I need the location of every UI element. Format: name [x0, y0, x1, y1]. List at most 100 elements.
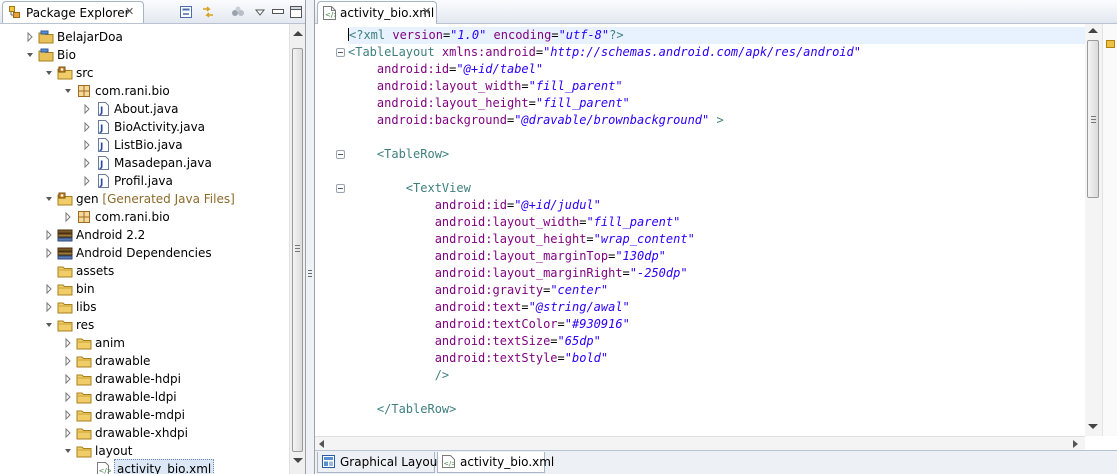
- tree-item[interactable]: res: [43, 316, 290, 334]
- expanded-arrow-icon[interactable]: [43, 64, 55, 82]
- tree-item[interactable]: layout: [62, 442, 290, 460]
- code-line[interactable]: android:layout_marginRight="-250dp": [348, 265, 1085, 282]
- tree-item[interactable]: drawable-xhdpi: [62, 424, 290, 442]
- collapsed-arrow-icon[interactable]: [62, 388, 74, 406]
- tree-item[interactable]: com.rani.bio: [62, 82, 290, 100]
- tree-item[interactable]: J About.java: [81, 100, 290, 118]
- tree-item[interactable]: drawable-mdpi: [62, 406, 290, 424]
- code-line[interactable]: <?xml version="1.0" encoding="utf-8"?>: [348, 27, 1085, 44]
- code-text-area[interactable]: <?xml version="1.0" encoding="utf-8"?> <T…: [315, 24, 1085, 436]
- tree-item[interactable]: bin: [43, 280, 290, 298]
- fold-toggle-icon[interactable]: [336, 150, 345, 159]
- scroll-down-arrow[interactable]: [1088, 424, 1098, 429]
- code-line[interactable]: [348, 384, 1085, 401]
- code-line[interactable]: android:layout_height="fill_parent": [348, 95, 1085, 112]
- tree-item[interactable]: gen [Generated Java Files]: [43, 190, 290, 208]
- code-line[interactable]: android:textSize="65dp": [348, 333, 1085, 350]
- fold-toggle-icon[interactable]: [336, 48, 345, 57]
- tree-item[interactable]: BelajarDoa: [24, 28, 274, 46]
- tree-item[interactable]: J BioActivity.java: [81, 118, 290, 136]
- code-line[interactable]: <TableRow>: [348, 146, 1085, 163]
- code-line[interactable]: android:id="@+id/tabel": [348, 61, 1085, 78]
- explorer-scroll-thumb[interactable]: [292, 48, 303, 452]
- collapsed-arrow-icon[interactable]: [81, 136, 93, 154]
- tree-item[interactable]: J Profil.java: [81, 172, 290, 190]
- close-icon[interactable]: ✕: [125, 5, 134, 18]
- tree-item[interactable]: </>activity_bio.xml: [81, 459, 290, 474]
- tree-item[interactable]: drawable: [62, 352, 290, 370]
- page-tab[interactable]: </> activity_bio.xml: [437, 452, 554, 473]
- code-line[interactable]: android:layout_width="fill_parent": [348, 214, 1085, 231]
- maximize-icon[interactable]: [288, 4, 304, 20]
- code-line[interactable]: android:text="@string/awal": [348, 299, 1085, 316]
- code-line[interactable]: android:layout_height="wrap_content": [348, 231, 1085, 248]
- explorer-vertical-scrollbar[interactable]: [289, 24, 305, 474]
- scroll-up-arrow[interactable]: [293, 31, 303, 36]
- tree-item[interactable]: Bio: [24, 46, 274, 64]
- close-icon[interactable]: ✕: [422, 5, 431, 18]
- code-line[interactable]: android:layout_marginTop="130dp": [348, 248, 1085, 265]
- editor-scroll-thumb[interactable]: [1087, 40, 1099, 198]
- tree-item[interactable]: Android 2.2: [43, 226, 290, 244]
- code-line[interactable]: [348, 129, 1085, 146]
- scroll-down-arrow[interactable]: [293, 458, 303, 463]
- collapsed-arrow-icon[interactable]: [62, 370, 74, 388]
- view-menu-icon[interactable]: [252, 4, 268, 20]
- collapsed-arrow-icon[interactable]: [62, 352, 74, 370]
- code-line[interactable]: android:gravity="center": [348, 282, 1085, 299]
- tree-item[interactable]: drawable-ldpi: [62, 388, 290, 406]
- expanded-arrow-icon[interactable]: [62, 82, 74, 100]
- collapsed-arrow-icon[interactable]: [81, 172, 93, 190]
- code-line[interactable]: <TextView: [348, 180, 1085, 197]
- collapsed-arrow-icon[interactable]: [43, 226, 55, 244]
- filters-icon[interactable]: [230, 4, 246, 20]
- expanded-arrow-icon[interactable]: [43, 190, 55, 208]
- expanded-arrow-icon[interactable]: [62, 442, 74, 460]
- warning-marker-icon[interactable]: [1106, 40, 1115, 48]
- tree-item[interactable]: libs: [43, 298, 290, 316]
- tree-item[interactable]: drawable-hdpi: [62, 370, 290, 388]
- collapsed-arrow-icon[interactable]: [62, 406, 74, 424]
- scroll-left-arrow[interactable]: [319, 440, 324, 448]
- collapsed-arrow-icon[interactable]: [81, 154, 93, 172]
- package-explorer-tab[interactable]: Package Explorer ✕: [2, 1, 144, 23]
- tree-item[interactable]: J Masadepan.java: [81, 154, 290, 172]
- code-line[interactable]: android:id="@+id/judul": [348, 197, 1085, 214]
- collapsed-arrow-icon[interactable]: [43, 298, 55, 316]
- code-line[interactable]: </TableRow>: [348, 401, 1085, 418]
- tree-item[interactable]: anim: [62, 334, 290, 352]
- code-line[interactable]: android:layout_width="fill_parent": [348, 78, 1085, 95]
- link-with-editor-icon[interactable]: [200, 4, 216, 20]
- code-line[interactable]: />: [348, 367, 1085, 384]
- collapsed-arrow-icon[interactable]: [81, 118, 93, 136]
- code-line[interactable]: android:textStyle="bold": [348, 350, 1085, 367]
- editor-tab-activity-bio[interactable]: </> activity_bio.xml ✕: [317, 1, 437, 24]
- collapsed-arrow-icon[interactable]: [81, 100, 93, 118]
- collapsed-arrow-icon[interactable]: [62, 208, 74, 226]
- collapse-all-icon[interactable]: [178, 4, 194, 20]
- code-line[interactable]: <TableLayout xmlns:android="http://schem…: [348, 44, 1085, 61]
- page-tab[interactable]: Graphical Layout: [317, 452, 442, 473]
- scroll-right-arrow[interactable]: [1073, 440, 1078, 448]
- expanded-arrow-icon[interactable]: [43, 316, 55, 334]
- tree-item[interactable]: src: [43, 64, 290, 82]
- code-line[interactable]: android:textColor="#930916": [348, 316, 1085, 333]
- collapsed-arrow-icon[interactable]: [62, 424, 74, 442]
- code-line[interactable]: android:background="@dravable/brownbackg…: [348, 112, 1085, 129]
- collapsed-arrow-icon[interactable]: [62, 334, 74, 352]
- editor-vertical-scrollbar[interactable]: [1085, 24, 1102, 436]
- minimize-icon[interactable]: [270, 4, 286, 20]
- overview-ruler[interactable]: [1102, 24, 1117, 436]
- tree-item[interactable]: J ListBio.java: [81, 136, 290, 154]
- code-line[interactable]: [348, 163, 1085, 180]
- collapsed-arrow-icon[interactable]: [43, 280, 55, 298]
- tree-item[interactable]: com.rani.bio: [62, 208, 290, 226]
- fold-toggle-icon[interactable]: [336, 184, 345, 193]
- view-sash[interactable]: [306, 0, 314, 474]
- collapsed-arrow-icon[interactable]: [43, 244, 55, 262]
- expanded-arrow-icon[interactable]: [24, 46, 36, 64]
- collapsed-arrow-icon[interactable]: [24, 28, 36, 46]
- editor-horizontal-scrollbar[interactable]: [315, 436, 1085, 450]
- tree-item[interactable]: assets: [43, 262, 290, 280]
- scroll-up-arrow[interactable]: [1088, 28, 1098, 33]
